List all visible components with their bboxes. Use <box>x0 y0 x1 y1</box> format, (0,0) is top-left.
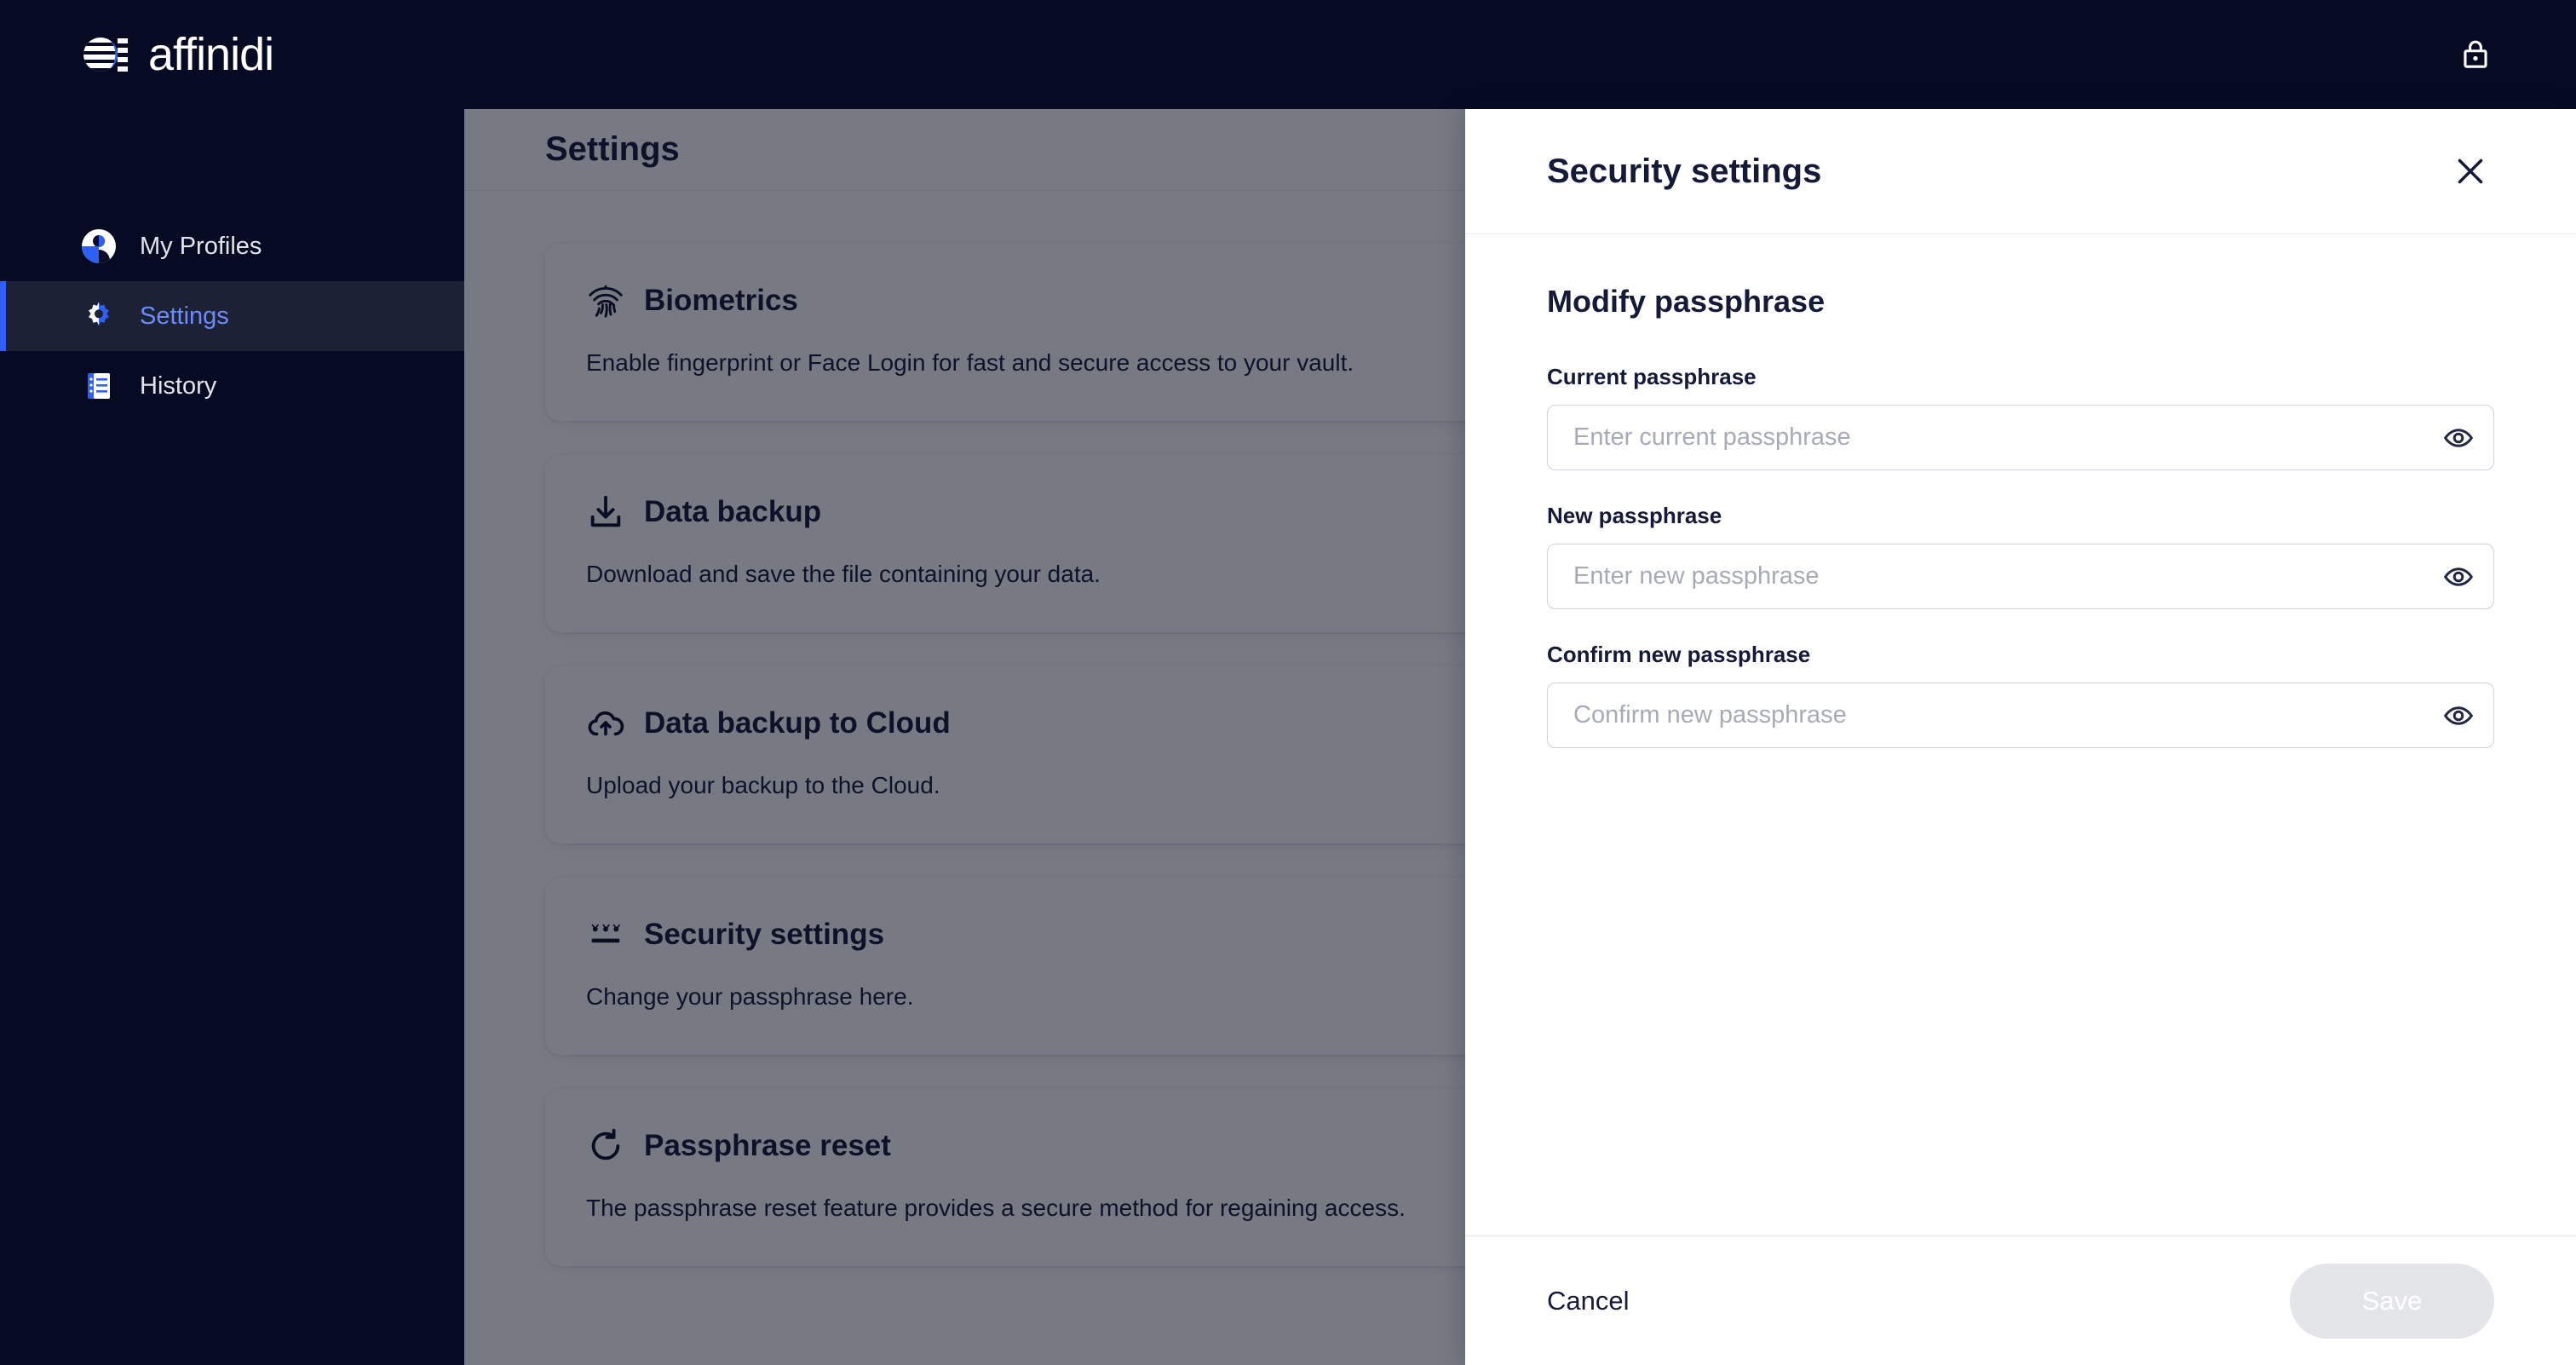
cancel-button[interactable]: Cancel <box>1547 1286 1630 1316</box>
brand-wordmark: affinidi <box>148 29 274 80</box>
affinidi-logo-icon <box>82 31 129 78</box>
sidebar-item-label: Settings <box>140 302 229 330</box>
gear-icon <box>82 299 116 333</box>
brand-logo[interactable]: affinidi <box>82 28 274 81</box>
modify-passphrase-heading: Modify passphrase <box>1547 284 1826 319</box>
eye-icon[interactable] <box>2440 558 2477 596</box>
eye-icon[interactable] <box>2440 419 2477 457</box>
field-current-passphrase: Current passphrase <box>1547 364 2494 470</box>
eye-icon[interactable] <box>2440 697 2477 734</box>
current-passphrase-input[interactable] <box>1547 405 2494 470</box>
confirm-passphrase-input[interactable] <box>1547 682 2494 748</box>
sidebar-item-label: My Profiles <box>140 232 262 260</box>
sidebar: My Profiles Settings History <box>0 109 464 1365</box>
lock-icon[interactable] <box>2457 36 2494 73</box>
security-settings-drawer: Security settings Modify passphrase Curr… <box>1465 109 2576 1365</box>
input-wrapper <box>1547 682 2494 748</box>
field-label: Current passphrase <box>1547 364 1757 389</box>
field-label: Confirm new passphrase <box>1547 642 1811 667</box>
sidebar-item-settings[interactable]: Settings <box>0 281 464 351</box>
sidebar-nav: My Profiles Settings History <box>0 211 464 421</box>
history-list-icon <box>82 369 116 403</box>
field-confirm-new-passphrase: Confirm new passphrase <box>1547 642 2494 748</box>
new-passphrase-input[interactable] <box>1547 544 2494 609</box>
drawer-title: Security settings <box>1547 152 1822 190</box>
user-avatar-icon <box>82 229 116 263</box>
drawer-body: Modify passphrase Current passphrase New… <box>1465 234 2576 1235</box>
sidebar-item-history[interactable]: History <box>0 351 464 421</box>
close-icon[interactable] <box>2447 147 2494 195</box>
app-root: affinidi My Profiles Settings History Se… <box>0 0 2576 1365</box>
field-label: New passphrase <box>1547 503 1722 528</box>
drawer-header: Security settings <box>1465 109 2576 234</box>
sidebar-item-my-profiles[interactable]: My Profiles <box>0 211 464 281</box>
drawer-footer: Cancel Save <box>1465 1235 2576 1365</box>
sidebar-item-label: History <box>140 371 217 400</box>
input-wrapper <box>1547 544 2494 609</box>
input-wrapper <box>1547 405 2494 470</box>
save-button[interactable]: Save <box>2290 1263 2494 1339</box>
field-new-passphrase: New passphrase <box>1547 503 2494 609</box>
top-bar: affinidi <box>0 0 2576 109</box>
